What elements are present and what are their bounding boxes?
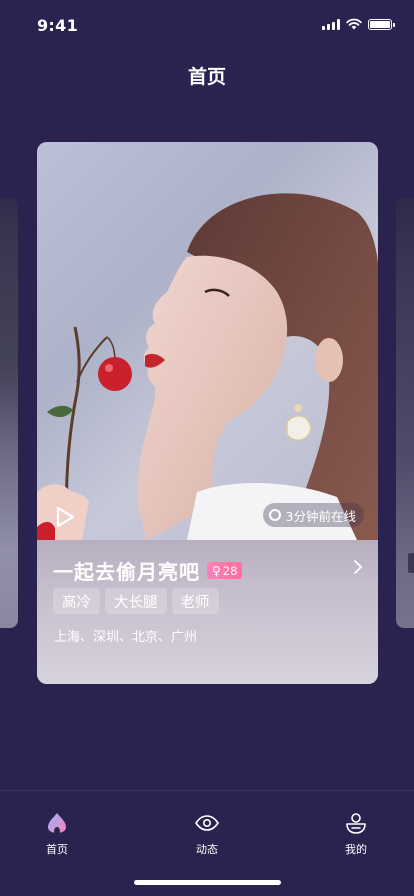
tag-item: 老师: [171, 588, 219, 614]
status-time: 9:41: [37, 16, 78, 35]
chevron-right-icon[interactable]: [352, 560, 364, 574]
tag-item: 高冷: [53, 588, 100, 614]
profile-name: 一起去偷月亮吧: [53, 560, 200, 584]
tab-mine-label: 我的: [345, 843, 367, 856]
city-list: 上海、深圳、北京、广州: [54, 630, 198, 645]
tab-home[interactable]: 首页: [27, 811, 87, 857]
eye-icon: [195, 815, 219, 831]
name-row: 一起去偷月亮吧 ♀ 28: [53, 556, 243, 585]
online-status-text: 3分钟前在线: [285, 508, 356, 524]
tab-home-label: 首页: [46, 843, 68, 856]
next-card-peek[interactable]: [396, 198, 414, 628]
home-indicator[interactable]: [134, 880, 281, 885]
status-icons: [322, 18, 395, 30]
page-title: 首页: [187, 66, 226, 88]
profile-photo[interactable]: [37, 142, 378, 540]
profile-info: 一起去偷月亮吧 ♀ 28 高冷 大长腿 老师 上海、深圳、北京、广州: [37, 540, 378, 684]
tag-list: 高冷 大长腿 老师: [53, 588, 219, 614]
tab-mine[interactable]: 我的: [326, 811, 386, 857]
age-text: 28: [222, 563, 238, 578]
play-video-icon[interactable]: [51, 504, 77, 530]
female-icon: ♀: [212, 563, 221, 578]
previous-card-peek[interactable]: [0, 198, 18, 628]
tab-moments[interactable]: 动态: [177, 811, 237, 857]
wifi-icon: [346, 18, 362, 30]
online-status-badge: 3分钟前在线: [262, 503, 364, 527]
profile-card[interactable]: 3分钟前在线 一起去偷月亮吧 ♀ 28 高冷 大长腿 老师 上海、深圳、北京、广…: [37, 142, 378, 684]
gender-age-badge: ♀ 28: [207, 562, 243, 579]
status-bar: 9:41: [0, 0, 414, 50]
online-status-icon: [268, 509, 281, 521]
cellular-signal-icon: [322, 18, 340, 30]
battery-icon: [368, 18, 395, 30]
tab-moments-label: 动态: [196, 843, 218, 856]
profile-icon: [346, 813, 366, 834]
home-icon: [48, 813, 66, 833]
tag-item: 大长腿: [105, 588, 167, 614]
